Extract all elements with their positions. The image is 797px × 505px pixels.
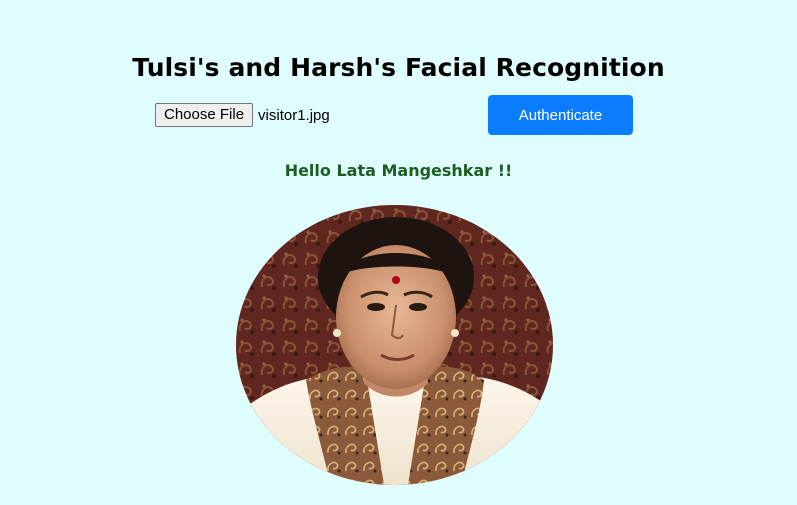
selected-file-name: visitor1.jpg xyxy=(258,106,330,124)
recognition-result: Hello Lata Mangeshkar !! xyxy=(284,161,513,180)
page-title: Tulsi's and Harsh's Facial Recognition xyxy=(132,52,665,82)
file-upload: Choose File visitor1.jpg xyxy=(155,103,330,127)
choose-file-button[interactable]: Choose File xyxy=(155,103,254,127)
recognized-face-photo xyxy=(236,205,553,485)
authenticate-button[interactable]: Authenticate xyxy=(488,95,633,135)
